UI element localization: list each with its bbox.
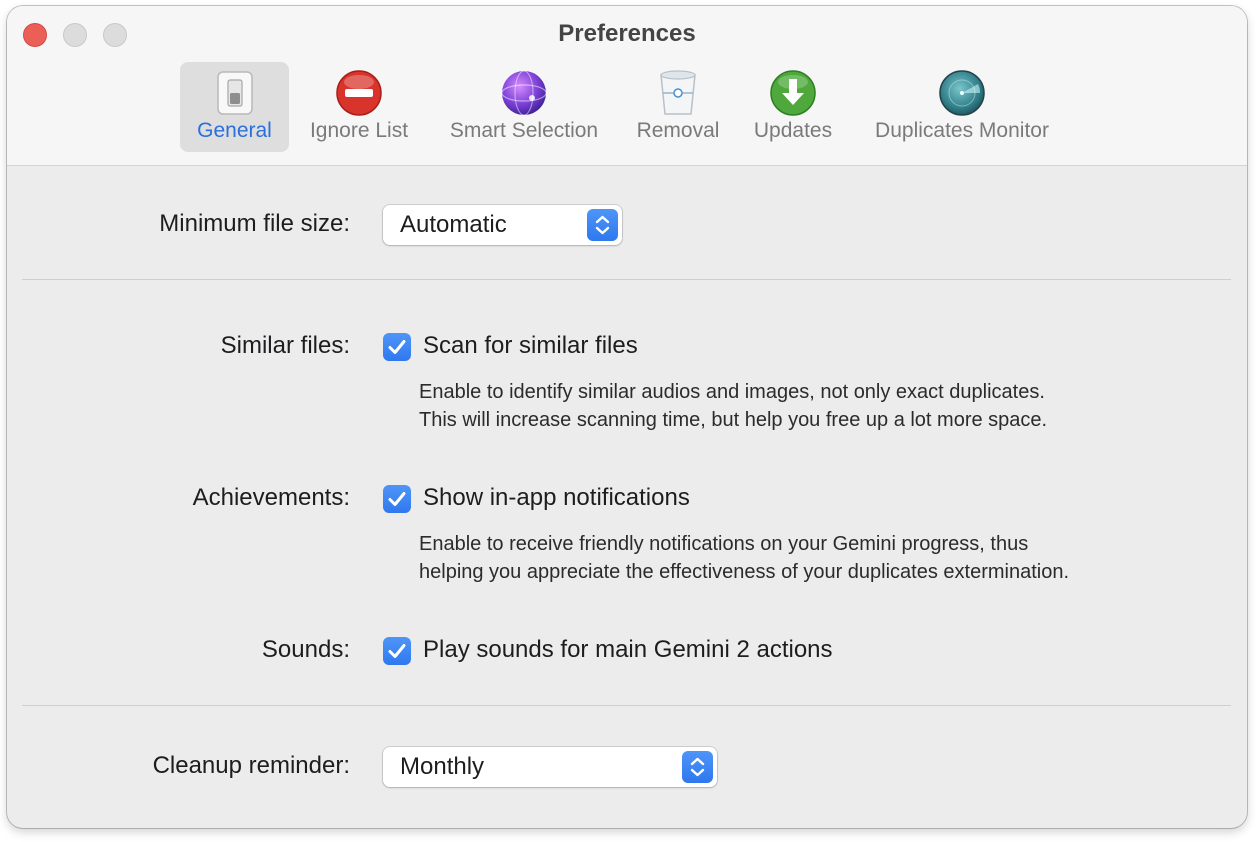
achievements-checkbox-label[interactable]: Show in-app notifications: [423, 484, 690, 512]
achievements-label: Achievements:: [192, 484, 350, 511]
cleanup-reminder-stepper[interactable]: [682, 751, 713, 783]
switch-icon: [216, 71, 253, 115]
window-title: Preferences: [558, 20, 696, 47]
cleanup-reminder-label: Cleanup reminder:: [152, 752, 350, 779]
min-file-size-label: Minimum file size:: [159, 210, 350, 237]
no-entry-icon: [336, 70, 382, 116]
checkmark-icon: [388, 492, 406, 506]
radar-icon: [939, 70, 985, 116]
cleanup-reminder-popup[interactable]: Monthly: [383, 747, 717, 787]
sphere-icon: [501, 70, 547, 116]
tab-updates-label: Updates: [753, 119, 833, 142]
section-divider: [22, 279, 1231, 280]
checkmark-icon: [388, 340, 406, 354]
section-divider: [22, 705, 1231, 706]
download-arrow-icon: [770, 70, 816, 116]
tab-smart-selection-label: Smart Selection: [449, 119, 599, 142]
achievements-checkbox[interactable]: [383, 485, 411, 513]
min-file-size-stepper[interactable]: [587, 209, 618, 241]
tab-updates[interactable]: Updates: [738, 62, 848, 152]
tab-ignore-list-label: Ignore List: [309, 119, 409, 142]
sounds-checkbox-label[interactable]: Play sounds for main Gemini 2 actions: [423, 636, 833, 664]
similar-files-checkbox[interactable]: [383, 333, 411, 361]
min-file-size-popup[interactable]: Automatic: [383, 205, 622, 245]
similar-files-checkbox-label[interactable]: Scan for similar files: [423, 332, 638, 360]
chevron-up-down-icon: [690, 757, 705, 777]
achievements-description-2: helping you appreciate the effectiveness…: [419, 561, 1070, 583]
sounds-label: Sounds:: [261, 636, 350, 663]
similar-files-description-2: This will increase scanning time, but he…: [419, 409, 1048, 431]
preferences-window: Preferences General Ignore List Smart Se…: [7, 6, 1247, 828]
sounds-checkbox[interactable]: [383, 637, 411, 665]
checkmark-icon: [388, 644, 406, 658]
achievements-description-1: Enable to receive friendly notifications…: [419, 533, 1029, 555]
tab-smart-selection[interactable]: Smart Selection: [431, 62, 617, 152]
tab-ignore-list[interactable]: Ignore List: [297, 62, 421, 152]
tab-removal[interactable]: Removal: [627, 62, 729, 152]
similar-files-description-1: Enable to identify similar audios and im…: [419, 381, 1045, 403]
trash-bin-icon: [660, 70, 696, 115]
tab-general[interactable]: General: [180, 62, 289, 152]
titlebar-toolbar: Preferences General Ignore List Smart Se…: [7, 6, 1247, 166]
min-file-size-value: Automatic: [400, 211, 507, 238]
tab-removal-label: Removal: [636, 119, 720, 142]
tab-duplicates-monitor[interactable]: Duplicates Monitor: [858, 62, 1066, 152]
chevron-up-down-icon: [595, 215, 610, 235]
similar-files-label: Similar files:: [220, 332, 350, 359]
cleanup-reminder-value: Monthly: [400, 753, 485, 780]
tab-general-label: General: [197, 119, 272, 142]
tab-duplicates-monitor-label: Duplicates Monitor: [875, 119, 1049, 142]
